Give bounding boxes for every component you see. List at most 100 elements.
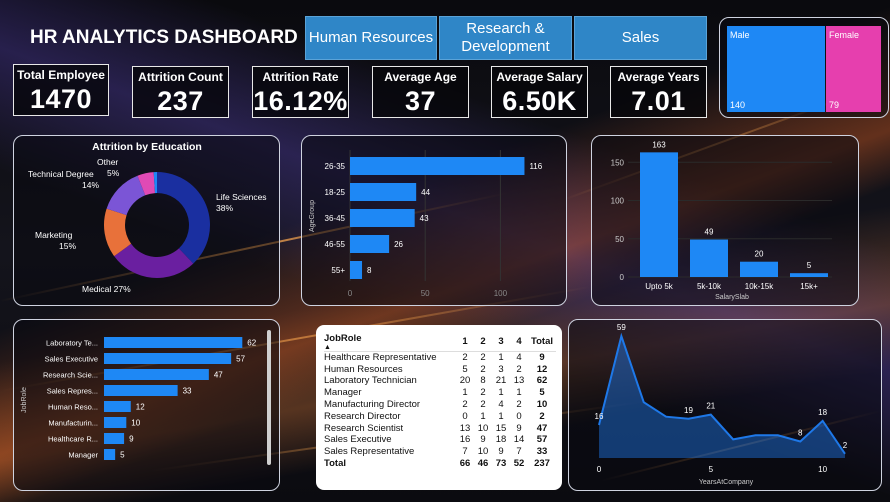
years-chart-panel: 16 59 19 21 8 18 2 0 5 10 YearsAtCompany <box>568 319 882 491</box>
years-area-chart: 16 59 19 21 8 18 2 0 5 10 YearsAtCompany <box>595 323 848 486</box>
data-label: 57 <box>236 355 245 364</box>
matrix-cell: 2 <box>462 351 468 363</box>
matrix-cell: Manufacturing Director <box>324 398 421 410</box>
area-fill <box>599 336 845 458</box>
tick-label: 100 <box>494 289 508 298</box>
education-donut-chart: Attrition by Education Life Sciences38% Me… <box>28 141 267 294</box>
matrix-column-header[interactable]: 2 <box>474 333 492 352</box>
matrix-cell: 73 <box>495 457 507 469</box>
donut-label: Marketing <box>35 230 73 240</box>
kpi-total-employee: Total Employee 1470 <box>13 64 109 116</box>
matrix-cell: 15 <box>495 422 507 434</box>
category-label: Sales Executive <box>45 355 98 364</box>
kpi-average-age: Average Age 37 <box>372 66 469 118</box>
donut-slice <box>106 175 146 216</box>
data-label: 2 <box>843 441 848 450</box>
jobrole-bar-chart: JobRole Laboratory Te... 62 Sales Executive… <box>21 337 257 460</box>
category-label: Human Reso... <box>48 403 98 412</box>
kpi-label: Average Age <box>384 70 457 84</box>
matrix-cell: 2 <box>516 398 522 410</box>
salaryslab-chart-panel: 0 50 100 150 163 Upto 5k 49 5k-10k 20 10k-15k 5 15k… <box>591 135 859 306</box>
matrix-row: Laboratory Technician 20 8 21 13 62 <box>324 375 556 387</box>
dept-button-sales[interactable]: Sales <box>574 16 707 60</box>
gender-female-value: 79 <box>829 100 840 110</box>
tick-label: 150 <box>611 158 625 167</box>
matrix-cell: 13 <box>513 375 525 387</box>
donut-label: Other <box>97 157 118 167</box>
bar <box>690 239 728 277</box>
matrix-column-header[interactable]: JobRole ▲ <box>324 333 456 352</box>
category-label: Upto 5k <box>645 282 674 291</box>
matrix-cell: 10 <box>477 422 489 434</box>
kpi-label: Average Salary <box>496 70 583 84</box>
matrix-cell: 7 <box>516 446 522 458</box>
matrix-cell: 2 <box>480 387 486 399</box>
donut-slice <box>157 172 210 264</box>
matrix-cell: 7 <box>462 446 468 458</box>
axis-label: SalarySlab <box>715 294 749 301</box>
data-label: 47 <box>214 371 223 380</box>
matrix-cell: 16 <box>459 434 471 446</box>
data-label: 9 <box>129 435 134 444</box>
matrix-cell: Research Scientist <box>324 422 404 434</box>
data-label: 44 <box>421 188 430 197</box>
matrix-cell: Manager <box>324 387 362 399</box>
category-label: Research Scie... <box>43 371 98 380</box>
gender-male-tile[interactable]: Male 140 <box>727 26 825 112</box>
matrix-row: Research Scientist 13 10 15 9 47 <box>324 423 556 435</box>
gender-male-label: Male <box>730 30 750 40</box>
data-label: 19 <box>684 406 693 415</box>
bar <box>104 337 243 348</box>
matrix-column-header[interactable]: 1 <box>456 333 474 352</box>
matrix-cell: 2 <box>462 398 468 410</box>
matrix-column-header[interactable]: 4 <box>510 333 528 352</box>
jobrole-scrollbar[interactable] <box>267 330 271 465</box>
category-label: 18-25 <box>325 188 346 197</box>
sort-arrow-icon[interactable]: ▲ <box>324 344 456 351</box>
matrix-column-header[interactable]: 3 <box>492 333 510 352</box>
matrix-cell: 21 <box>495 375 507 387</box>
dashboard-title: HR ANALYTICS DASHBOARD <box>30 27 298 48</box>
matrix-row: Human Resources 5 2 3 2 12 <box>324 364 556 376</box>
matrix-cell: 18 <box>495 434 507 446</box>
bar <box>350 157 525 175</box>
matrix-row: Research Director 0 1 1 0 2 <box>324 411 556 423</box>
matrix-cell: 0 <box>462 410 468 422</box>
data-label: 62 <box>247 339 256 348</box>
matrix-row: Manager 1 2 1 1 5 <box>324 387 556 399</box>
agegroup-chart-panel: AgeGroup 0 50 100 26-35 116 18-25 44 36-45 43 46-5… <box>301 135 567 306</box>
category-label: 10k-15k <box>745 282 774 291</box>
bar <box>104 353 232 364</box>
tick-label: 0 <box>620 273 625 282</box>
gender-female-tile[interactable]: Female 79 <box>826 26 881 112</box>
matrix-cell: 66 <box>459 457 471 469</box>
matrix-cell: 2 <box>480 351 486 363</box>
bar <box>350 183 417 201</box>
kpi-label: Attrition Count <box>138 70 223 84</box>
matrix-cell: 2 <box>516 363 522 375</box>
tick-label: 50 <box>615 235 624 244</box>
gender-female-label: Female <box>829 30 860 40</box>
bar <box>350 209 415 227</box>
matrix-cell: 9 <box>539 351 545 363</box>
donut-label: Medical 27% <box>82 284 131 294</box>
matrix-cell: 237 <box>534 457 550 469</box>
tick-label: 0 <box>348 289 353 298</box>
category-label: Sales Repres... <box>47 387 98 396</box>
dept-button-hr[interactable]: Human Resources <box>305 16 437 60</box>
data-label: 16 <box>595 412 604 421</box>
matrix-row: Sales Executive 16 9 18 14 57 <box>324 434 556 446</box>
gender-male-value: 140 <box>730 100 746 110</box>
bar <box>104 369 209 380</box>
category-label: Manager <box>68 451 98 460</box>
category-label: Laboratory Te... <box>46 339 98 348</box>
matrix-cell: 52 <box>513 457 525 469</box>
kpi-attrition-count: Attrition Count 237 <box>132 66 229 118</box>
data-label: 5 <box>807 261 812 270</box>
matrix-cell: 9 <box>480 434 486 446</box>
matrix-column-header[interactable]: Total <box>528 333 556 352</box>
dept-button-rd[interactable]: Research & Development <box>439 16 572 60</box>
category-label: Healthcare R... <box>48 435 98 444</box>
jobrole-matrix-table: JobRole ▲ 1 2 3 4 Total Healthcare Representati… <box>316 325 562 490</box>
matrix-cell: 46 <box>477 457 489 469</box>
